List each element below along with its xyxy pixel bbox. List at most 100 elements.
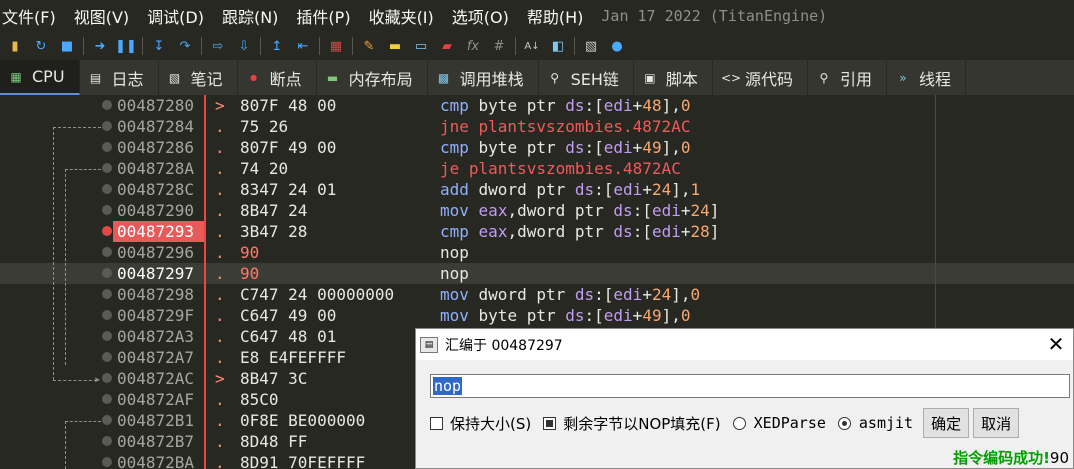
function-icon[interactable]: fx: [460, 34, 486, 58]
disasm-row[interactable]: 00487286. 807F 49 00 cmp byte ptr ds:[edi+…: [0, 137, 1074, 158]
tab-notes[interactable]: ▧ 笔记: [159, 60, 238, 95]
disasm-row[interactable]: 00487284. 75 26 jne plantsvszombies.4872AC: [0, 116, 1074, 137]
execute-till-return-icon[interactable]: ↥: [264, 34, 290, 58]
instruction-token: +: [642, 285, 652, 304]
fill-nop-label: 剩余字节以NOP填充(F): [563, 414, 721, 433]
script-icon[interactable]: ▦: [323, 34, 349, 58]
hash-icon[interactable]: #: [486, 34, 512, 58]
row-marker: .: [215, 243, 225, 262]
tab-script[interactable]: ▣ 脚本: [634, 60, 713, 95]
breakpoint-gutter-dot[interactable]: [102, 394, 112, 404]
asmjit-radio[interactable]: [837, 416, 851, 430]
bookmark-icon[interactable]: ◧: [545, 34, 571, 58]
disasm-row-selected[interactable]: 00487297. 90 nop: [0, 263, 1074, 284]
disasm-row-breakpoint[interactable]: 00487293. 3B47 28 cmp eax,dword ptr ds:[ed…: [0, 221, 1074, 242]
breakpoint-gutter-dot[interactable]: [102, 163, 112, 173]
pause-icon[interactable]: ❚❚: [113, 34, 139, 58]
disasm-row[interactable]: 00487290. 8B47 24 mov eax,dword ptr ds:[ed…: [0, 200, 1074, 221]
breakpoint-gutter-dot[interactable]: [102, 373, 112, 383]
instruction-token: ds: [574, 180, 595, 199]
menu-favourites[interactable]: 收藏夹(I): [369, 4, 444, 28]
disasm-row[interactable]: 00487298. C747 24 00000000 mov dword ptr d…: [0, 284, 1074, 305]
disasm-row[interactable]: 0048728A. 74 20 je plantsvszombies.4872AC: [0, 158, 1074, 179]
cancel-button[interactable]: 取消: [973, 408, 1020, 438]
breakpoint-gutter-dot[interactable]: [102, 142, 112, 152]
disasm-row[interactable]: 00487296. 90 nop: [0, 242, 1074, 263]
globe-icon[interactable]: ●: [604, 34, 630, 58]
breakpoint-gutter-dot[interactable]: [102, 184, 112, 194]
instruction-token: +: [632, 138, 643, 157]
fill-nop-option[interactable]: 剩余字节以NOP填充(F): [543, 413, 721, 434]
row-address: 004872B7: [117, 432, 195, 451]
toolbar-divider: [319, 37, 320, 55]
asmjit-option[interactable]: asmjit: [837, 414, 913, 432]
tab-breakpoints[interactable]: ● 断点: [238, 60, 317, 95]
dialog-title-bar[interactable]: ▤ 汇编于 00487297 ✕: [416, 329, 1073, 360]
run-to-user-code-icon[interactable]: ⇤: [290, 34, 316, 58]
disasm-row[interactable]: 0048729F. C647 49 00 mov byte ptr ds:[edi+…: [0, 305, 1074, 326]
menu-view[interactable]: 视图(V): [74, 4, 139, 28]
breakpoint-gutter-dot[interactable]: [102, 415, 112, 425]
stop-icon[interactable]: ■: [54, 34, 80, 58]
encoded-bytes: 90: [1049, 449, 1069, 467]
breakpoint-gutter-dot[interactable]: [102, 289, 112, 299]
breakpoint-gutter-dot[interactable]: [102, 268, 112, 278]
breakpoint-gutter-dot[interactable]: [102, 331, 112, 341]
instruction-token: edi: [613, 180, 643, 199]
script-icon: ▣: [644, 70, 656, 85]
calculator-icon[interactable]: ▧: [578, 34, 604, 58]
jump-arrow-line: [53, 127, 101, 128]
menu-options[interactable]: 选项(O): [452, 4, 519, 28]
comment-icon[interactable]: ▭: [408, 34, 434, 58]
row-instruction: cmp eax,dword ptr ds:[edi+28]: [440, 221, 719, 242]
tab-threads[interactable]: » 线程: [887, 60, 966, 95]
breakpoint-gutter-dot[interactable]: [102, 436, 112, 446]
tab-source[interactable]: <> 源代码: [713, 60, 808, 95]
breakpoint-gutter-dot[interactable]: [102, 121, 112, 131]
instruction-token: 1: [690, 180, 701, 199]
disasm-row[interactable]: 0048728C. 8347 24 01 add dword ptr ds:[edi…: [0, 179, 1074, 200]
instruction-token: +: [680, 201, 691, 220]
xedparse-option[interactable]: XEDParse: [732, 414, 826, 432]
keep-size-option[interactable]: 保持大小(S): [430, 413, 531, 434]
xedparse-radio[interactable]: [732, 416, 746, 430]
open-folder-icon[interactable]: ▮: [2, 34, 28, 58]
menu-file[interactable]: 文件(F): [0, 4, 66, 28]
fill-nop-checkbox[interactable]: [543, 416, 557, 430]
tab-seh[interactable]: ⚲ SEH链: [539, 60, 634, 95]
trace-over-icon[interactable]: ⇩: [231, 34, 257, 58]
tab-log[interactable]: ▤ 日志: [80, 60, 159, 95]
trace-into-icon[interactable]: ⇨: [205, 34, 231, 58]
pencil-icon[interactable]: ✎: [356, 34, 382, 58]
breakpoint-gutter-dot[interactable]: [102, 100, 112, 110]
breakpoint-gutter-dot[interactable]: [102, 310, 112, 320]
breakpoint-gutter-dot[interactable]: [102, 457, 112, 467]
breakpoint-gutter-dot[interactable]: [102, 247, 112, 257]
menu-trace[interactable]: 跟踪(N): [222, 4, 288, 28]
breakpoint-gutter-dot[interactable]: [102, 205, 112, 215]
menu-plugins[interactable]: 插件(P): [296, 4, 360, 28]
keep-size-checkbox[interactable]: [430, 416, 443, 430]
run-icon[interactable]: ➜: [87, 34, 113, 58]
menu-help[interactable]: 帮助(H): [527, 4, 594, 28]
jump-arrow-line: [65, 421, 66, 469]
tab-cpu[interactable]: ▦ CPU: [0, 60, 80, 95]
breakpoint-icon[interactable]: ▰: [434, 34, 460, 58]
breakpoint-gutter-dot[interactable]: [102, 226, 112, 236]
tab-memory-map[interactable]: ▬ 内存布局: [317, 60, 428, 95]
instruction-token: byte ptr: [468, 306, 566, 325]
breakpoint-gutter-dot[interactable]: [102, 352, 112, 362]
tab-references[interactable]: ⚲ 引用: [808, 60, 887, 95]
tab-call-stack[interactable]: ▩ 调用堆栈: [428, 60, 539, 95]
step-into-icon[interactable]: ↧: [146, 34, 172, 58]
disasm-row[interactable]: 00487280 >807F 48 00 cmp byte ptr ds:[edi+…: [0, 95, 1074, 116]
ok-button[interactable]: 确定: [923, 408, 970, 438]
restart-icon[interactable]: ↻: [28, 34, 54, 58]
highlight-icon[interactable]: ▬: [382, 34, 408, 58]
step-over-icon[interactable]: ↷: [172, 34, 198, 58]
font-icon[interactable]: A↓: [519, 34, 545, 58]
assembly-input[interactable]: nop: [430, 374, 1070, 398]
menu-debug[interactable]: 调试(D): [147, 4, 214, 28]
row-marker: .: [215, 180, 225, 199]
close-icon[interactable]: ✕: [1043, 331, 1069, 357]
